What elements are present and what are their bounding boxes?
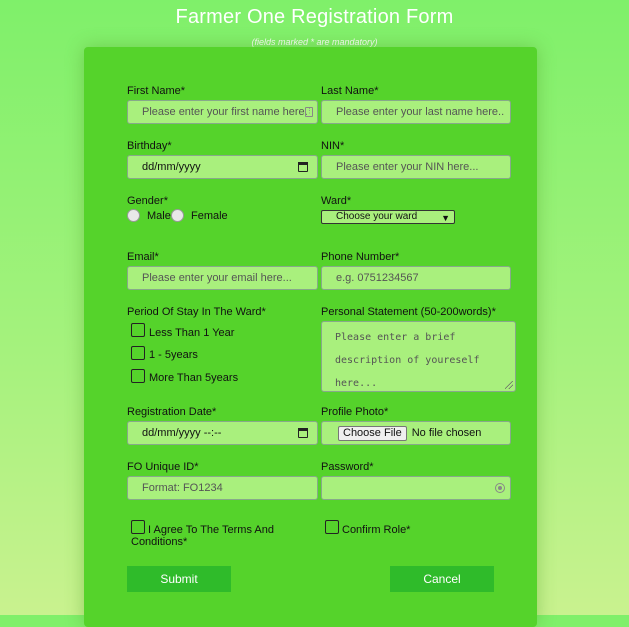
calendar-icon[interactable] xyxy=(298,162,308,172)
gender-label: Gender* xyxy=(127,195,168,207)
phone-input[interactable]: e.g. 0751234567 xyxy=(321,266,511,290)
period-less-1-label: Less Than 1 Year xyxy=(149,327,235,339)
autofill-key-icon[interactable]: ⋮ xyxy=(305,107,313,117)
ward-selected: Choose your ward xyxy=(336,211,418,222)
mandatory-note: (fields marked * are mandatory) xyxy=(251,37,378,47)
ward-select[interactable]: Choose your ward ▼ xyxy=(321,210,455,224)
fo-id-label: FO Unique ID* xyxy=(127,461,199,473)
statement-textarea[interactable]: Please enter a brief description of your… xyxy=(321,321,516,392)
cancel-button[interactable]: Cancel xyxy=(390,566,494,592)
period-1-5-checkbox[interactable] xyxy=(131,346,145,360)
birthday-value: dd/mm/yyyy xyxy=(142,161,201,173)
first-name-label: First Name* xyxy=(127,85,186,97)
submit-button[interactable]: Submit xyxy=(127,566,231,592)
nin-placeholder: Please enter your NIN here... xyxy=(336,161,479,173)
nin-input[interactable]: Please enter your NIN here... xyxy=(321,155,511,179)
nin-label: NIN* xyxy=(321,140,345,152)
resize-handle-icon[interactable] xyxy=(505,381,513,389)
statement-placeholder: Please enter a brief description of your… xyxy=(335,332,480,389)
agree-terms-label-line2: Conditions* xyxy=(131,536,188,548)
period-1-5-label: 1 - 5years xyxy=(149,349,198,361)
fo-id-input[interactable]: Format: FO1234 xyxy=(127,476,318,500)
statement-label: Personal Statement (50-200words)* xyxy=(321,306,496,318)
gender-male-label: Male xyxy=(147,210,171,222)
calendar-icon[interactable] xyxy=(298,428,308,438)
registration-date-input[interactable]: dd/mm/yyyy --:-- xyxy=(127,421,318,445)
gender-male-radio[interactable] xyxy=(127,209,140,222)
phone-label: Phone Number* xyxy=(321,251,400,263)
email-label: Email* xyxy=(127,251,159,263)
profile-photo-label: Profile Photo* xyxy=(321,406,389,418)
last-name-label: Last Name* xyxy=(321,85,379,97)
birthday-input[interactable]: dd/mm/yyyy xyxy=(127,155,318,179)
confirm-role-label: Confirm Role* xyxy=(342,524,411,536)
phone-placeholder: e.g. 0751234567 xyxy=(336,272,419,284)
gender-female-radio[interactable] xyxy=(171,209,184,222)
fo-id-placeholder: Format: FO1234 xyxy=(142,482,223,494)
agree-terms-label-line1: I Agree To The Terms And xyxy=(148,524,274,536)
registration-date-value: dd/mm/yyyy --:-- xyxy=(142,427,222,439)
choose-file-button[interactable]: Choose File xyxy=(338,425,407,441)
period-more-5-label: More Than 5years xyxy=(149,372,239,384)
password-manager-icon[interactable] xyxy=(495,483,505,493)
file-status: No file chosen xyxy=(411,427,482,439)
first-name-placeholder: Please enter your first name here. xyxy=(142,106,308,118)
agree-terms-checkbox[interactable] xyxy=(131,520,145,534)
last-name-input[interactable]: Please enter your last name here.. xyxy=(321,100,511,124)
period-less-1-checkbox[interactable] xyxy=(131,323,145,337)
gender-female-label: Female xyxy=(191,210,228,222)
email-placeholder: Please enter your email here... xyxy=(142,272,292,284)
profile-photo-input[interactable]: Choose File No file chosen xyxy=(321,421,511,445)
page-title: Farmer One Registration Form xyxy=(175,6,454,28)
first-name-input[interactable]: Please enter your first name here. ⋮ xyxy=(127,100,318,124)
password-input[interactable] xyxy=(321,476,511,500)
confirm-role-checkbox[interactable] xyxy=(325,520,339,534)
ward-label: Ward* xyxy=(321,195,352,207)
chevron-down-icon: ▼ xyxy=(441,213,450,223)
period-more-5-checkbox[interactable] xyxy=(131,369,145,383)
registration-date-label: Registration Date* xyxy=(127,406,217,418)
last-name-placeholder: Please enter your last name here.. xyxy=(336,106,505,118)
birthday-label: Birthday* xyxy=(127,140,172,152)
period-label: Period Of Stay In The Ward* xyxy=(127,306,266,318)
email-input[interactable]: Please enter your email here... xyxy=(127,266,318,290)
password-label: Password* xyxy=(321,461,374,473)
